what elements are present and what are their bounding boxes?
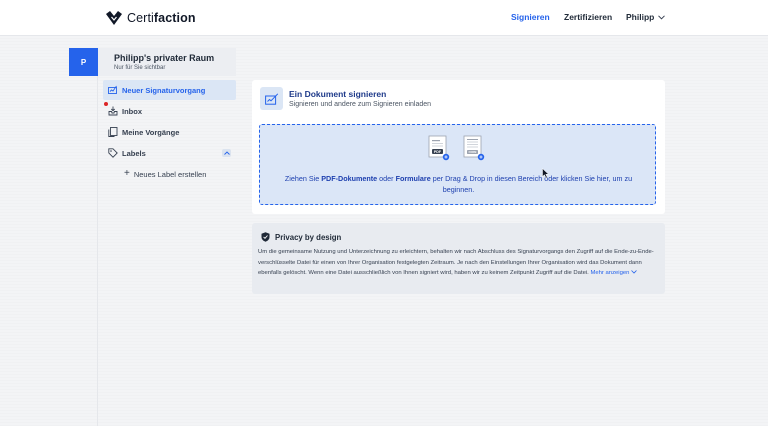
pdf-document-icon: PDF <box>428 135 450 161</box>
card-title: Ein Dokument signieren <box>289 89 387 99</box>
space-subtitle: Nur für Sie sichtbar <box>114 65 166 71</box>
sidebar-item-label: Neuer Signaturvorgang <box>122 85 206 95</box>
sidebar-item-meine-vorgaenge[interactable]: Meine Vorgänge <box>103 122 236 142</box>
sidebar-item-label: Labels <box>122 148 146 158</box>
user-name: Philipp <box>626 12 655 22</box>
new-label-button[interactable]: + Neues Label erstellen <box>124 169 206 179</box>
sign-document-card: Ein Dokument signieren Signieren und and… <box>252 80 665 214</box>
space-name: Philipp's privater Raum <box>114 53 215 63</box>
sidebar-item-neuer-signaturvorgang[interactable]: Neuer Signaturvorgang <box>103 80 236 100</box>
drop-instructions: Ziehen Sie PDF-Dokumente oder Formulare … <box>284 174 633 194</box>
privacy-title: Privacy by design <box>275 232 342 242</box>
sidebar-item-inbox[interactable]: Inbox <box>103 101 236 121</box>
tag-icon <box>108 148 118 158</box>
sidebar-divider <box>97 76 98 426</box>
show-more-link[interactable]: Mehr anzeigen <box>590 270 637 276</box>
pdf-badge-text: PDF <box>434 150 442 154</box>
nav-signieren-link[interactable]: Signieren <box>511 12 550 22</box>
space-avatar[interactable]: P <box>69 48 98 76</box>
certifaction-logo[interactable]: Certifaction <box>106 11 196 25</box>
mouse-cursor-icon <box>542 168 550 179</box>
user-menu[interactable]: Philipp <box>626 12 666 22</box>
chevron-down-icon <box>631 270 637 274</box>
signature-icon <box>264 92 278 105</box>
shield-icon <box>261 232 270 242</box>
logo-text: Certifaction <box>127 11 196 25</box>
documents-icon <box>108 127 118 137</box>
new-label-text: Neues Label erstellen <box>133 169 207 179</box>
space-selector[interactable]: Philipp's privater Raum Nur für Sie sich… <box>98 48 236 76</box>
form-badge-text: FORM <box>469 150 477 154</box>
labels-collapse-button[interactable] <box>222 149 231 157</box>
plus-icon: + <box>124 168 130 179</box>
sign-document-icon <box>260 87 283 110</box>
privacy-header: Privacy by design <box>261 232 341 242</box>
inbox-icon <box>108 106 118 116</box>
chevron-down-icon <box>658 14 666 20</box>
sidebar-item-labels[interactable]: Labels <box>103 143 236 163</box>
file-drop-zone[interactable]: PDF FORM Ziehen Sie PDF-Dokumente oder F… <box>259 124 656 205</box>
chevron-up-icon <box>223 151 230 155</box>
sidebar-item-label: Meine Vorgänge <box>122 127 180 137</box>
nav-zertifizieren-link[interactable]: Zertifizieren <box>564 12 612 22</box>
card-subtitle: Signieren und andere zum Signieren einla… <box>289 101 432 108</box>
form-document-icon: FORM <box>463 135 485 161</box>
privacy-info-card: Privacy by design Um die gemeinsame Nutz… <box>252 223 665 294</box>
sidebar-item-label: Inbox <box>122 106 142 116</box>
top-navigation-bar: Certifaction Signieren Zertifizieren Phi… <box>0 0 768 36</box>
logo-mark-icon <box>106 11 122 25</box>
signature-icon <box>108 85 117 94</box>
privacy-text: Um die gemeinsame Nutzung und Unterzeich… <box>258 249 654 276</box>
